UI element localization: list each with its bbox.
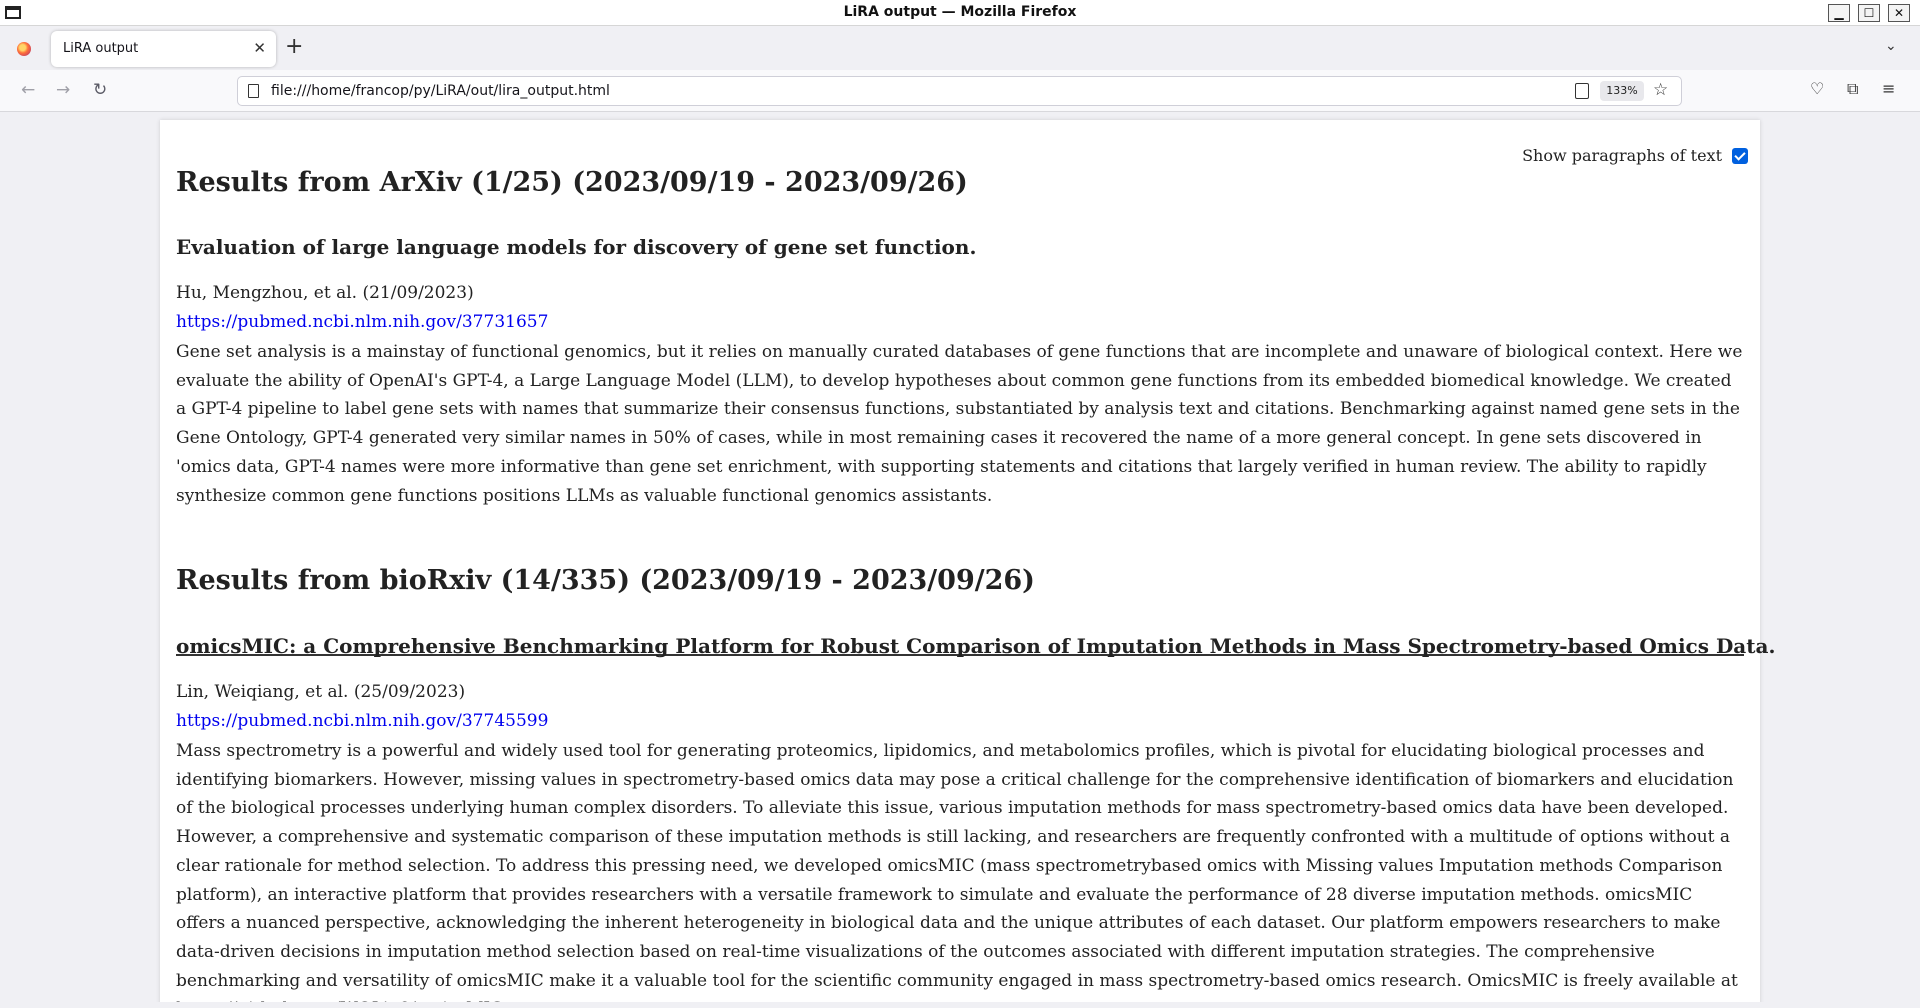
close-tab-icon[interactable]: ✕ bbox=[253, 39, 266, 57]
maximize-button[interactable]: ☐ bbox=[1858, 4, 1880, 22]
paper-title: omicsMIC: a Comprehensive Benchmarking P… bbox=[176, 634, 1776, 658]
paper-authors-date: Lin, Weiqiang, et al. (25/09/2023) bbox=[176, 682, 466, 702]
minimize-button[interactable]: ▁ bbox=[1828, 4, 1850, 22]
pocket-icon[interactable]: ♡ bbox=[1810, 79, 1824, 98]
section-title: Results from ArXiv (1/25) (2023/09/19 - … bbox=[176, 167, 968, 198]
zoom-level-badge[interactable]: 133% bbox=[1600, 81, 1644, 101]
new-tab-button[interactable]: + bbox=[285, 36, 303, 58]
paper-abstract: Mass spectrometry is a powerful and wide… bbox=[176, 741, 1738, 1002]
back-arrow-icon[interactable]: ← bbox=[21, 80, 35, 100]
close-window-button[interactable]: ✕ bbox=[1888, 4, 1910, 22]
show-paragraphs-toggle[interactable]: Show paragraphs of text bbox=[1522, 146, 1748, 165]
paper-title: Evaluation of large language models for … bbox=[176, 235, 977, 259]
page-viewport: Show paragraphs of text Results from ArX… bbox=[0, 112, 1920, 1002]
bookmark-star-icon[interactable]: ☆ bbox=[1653, 80, 1668, 100]
tab-label: LiRA output bbox=[63, 41, 139, 56]
reader-view-icon[interactable] bbox=[1575, 83, 1589, 99]
forward-arrow-icon[interactable]: → bbox=[56, 80, 70, 100]
hamburger-menu-icon[interactable]: ≡ bbox=[1882, 79, 1895, 98]
url-text[interactable]: file:///home/francop/py/LiRA/out/lira_ou… bbox=[271, 83, 610, 99]
window-title: LiRA output — Mozilla Firefox bbox=[843, 4, 1077, 20]
section-title: Results from bioRxiv (14/335) (2023/09/1… bbox=[176, 565, 1035, 596]
url-bar[interactable]: file:///home/francop/py/LiRA/out/lira_ou… bbox=[237, 76, 1682, 106]
paper-link[interactable]: https://pubmed.ncbi.nlm.nih.gov/37745599 bbox=[176, 711, 548, 731]
page-icon bbox=[248, 84, 259, 98]
paper-abstract: Gene set analysis is a mainstay of funct… bbox=[176, 342, 1743, 506]
navigation-toolbar: ← → ↻ file:///home/francop/py/LiRA/out/l… bbox=[0, 70, 1920, 112]
firefox-view-icon[interactable] bbox=[17, 42, 31, 56]
show-paragraphs-label: Show paragraphs of text bbox=[1522, 146, 1722, 165]
reload-icon[interactable]: ↻ bbox=[93, 80, 107, 100]
document-page: Show paragraphs of text Results from ArX… bbox=[160, 120, 1775, 1002]
paper-authors-date: Hu, Mengzhou, et al. (21/09/2023) bbox=[176, 283, 474, 303]
tab-lira-output[interactable]: LiRA output ✕ bbox=[51, 31, 276, 67]
show-paragraphs-checkbox[interactable] bbox=[1732, 147, 1748, 164]
window-titlebar: LiRA output — Mozilla Firefox ▁ ☐ ✕ bbox=[0, 0, 1920, 26]
extensions-icon[interactable]: ⧉ bbox=[1847, 79, 1858, 99]
list-all-tabs-icon[interactable]: ⌄ bbox=[1885, 38, 1897, 54]
tab-strip: LiRA output ✕ + ⌄ bbox=[0, 26, 1920, 70]
paper-link[interactable]: https://pubmed.ncbi.nlm.nih.gov/37731657 bbox=[176, 312, 548, 332]
